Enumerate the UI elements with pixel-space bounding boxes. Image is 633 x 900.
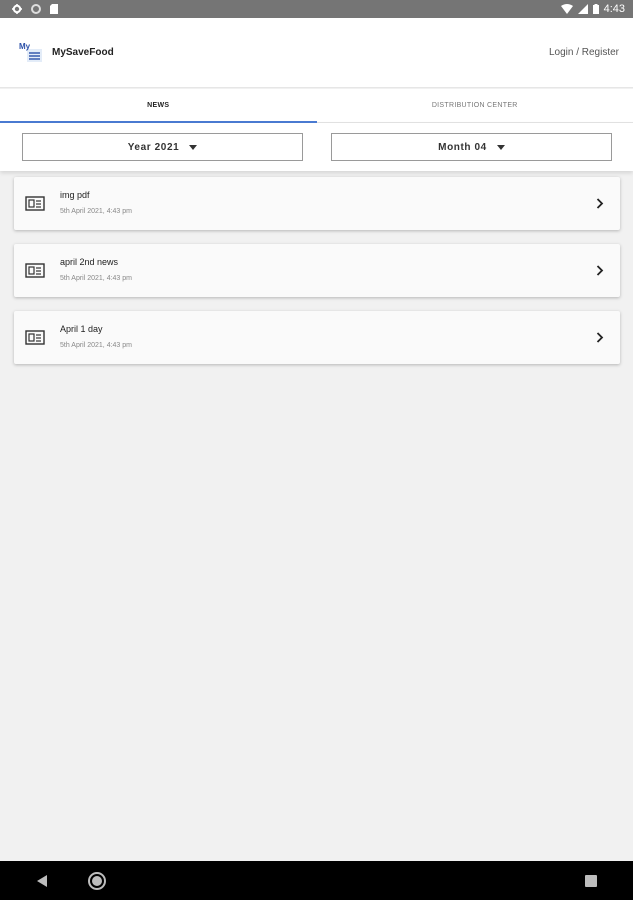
back-icon[interactable] [32, 871, 52, 891]
home-icon[interactable] [87, 871, 107, 891]
year-select[interactable]: Year 2021 [22, 133, 303, 161]
login-register-link[interactable]: Login / Register [549, 47, 619, 58]
tab-distribution-center[interactable]: DISTRIBUTION CENTER [317, 89, 633, 122]
chevron-right-icon [594, 265, 606, 277]
recents-icon[interactable] [581, 871, 601, 891]
list-item-date: 5th April 2021, 4:43 pm [60, 208, 132, 215]
tab-bar: NEWS DISTRIBUTION CENTER [0, 89, 633, 123]
list-item-title: img pdf [60, 190, 90, 200]
list-item-date: 5th April 2021, 4:43 pm [60, 275, 132, 282]
status-right-icons: 4:43 [560, 3, 625, 15]
list-item-text: april 2nd news 5th April 2021, 4:43 pm [60, 257, 594, 284]
list-item-text: April 1 day 5th April 2021, 4:43 pm [60, 324, 594, 351]
brand[interactable]: My MySaveFood [18, 40, 114, 66]
status-left-icons [12, 4, 58, 14]
tab-news[interactable]: NEWS [0, 89, 317, 123]
news-list: img pdf 5th April 2021, 4:43 pm april 2n… [14, 177, 620, 378]
newspaper-icon [24, 262, 46, 280]
wifi-icon [560, 4, 573, 14]
list-item-title: april 2nd news [60, 257, 119, 267]
signal-icon [577, 4, 588, 14]
app-header: My MySaveFood Login / Register [0, 18, 633, 88]
svg-text:My: My [19, 42, 31, 51]
status-bar: 4:43 [0, 0, 633, 18]
gear-icon [12, 4, 22, 14]
battery-icon [592, 4, 599, 14]
list-item-date: 5th April 2021, 4:43 pm [60, 342, 132, 349]
app-logo: My [18, 40, 44, 66]
newspaper-icon [24, 329, 46, 347]
list-item[interactable]: april 2nd news 5th April 2021, 4:43 pm [14, 244, 620, 297]
list-item-text: img pdf 5th April 2021, 4:43 pm [60, 190, 594, 217]
system-nav-bar [0, 861, 633, 900]
chevron-right-icon [594, 198, 606, 210]
sd-card-icon [50, 4, 58, 14]
month-select-label: Month 04 [438, 141, 487, 153]
filter-row: Year 2021 Month 04 [0, 123, 633, 171]
list-item[interactable]: img pdf 5th April 2021, 4:43 pm [14, 177, 620, 230]
status-time: 4:43 [603, 3, 625, 15]
list-item-title: April 1 day [60, 324, 103, 334]
year-select-label: Year 2021 [127, 141, 180, 153]
app-name: MySaveFood [52, 47, 114, 58]
dropdown-caret-icon [189, 144, 198, 150]
newspaper-icon [24, 195, 46, 213]
month-select[interactable]: Month 04 [331, 133, 612, 161]
dropdown-caret-icon [496, 144, 505, 150]
chevron-right-icon [594, 332, 606, 344]
circle-icon [31, 4, 41, 14]
list-item[interactable]: April 1 day 5th April 2021, 4:43 pm [14, 311, 620, 364]
